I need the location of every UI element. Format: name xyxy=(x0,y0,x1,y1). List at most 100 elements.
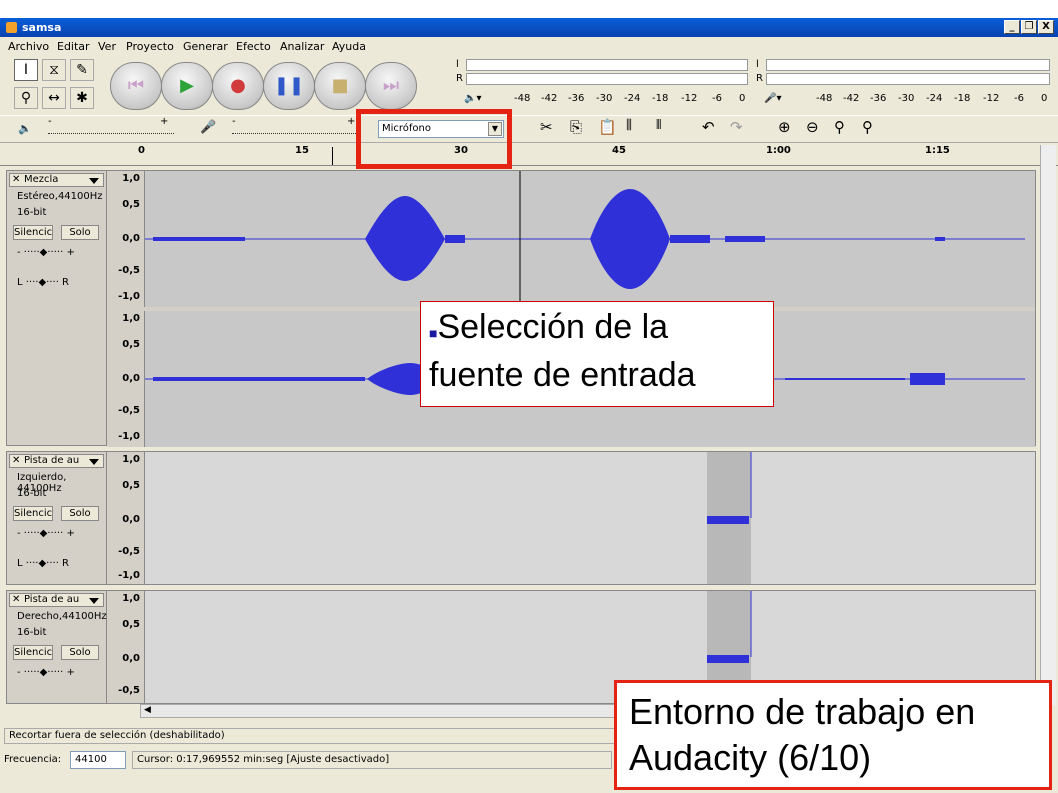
top-strip xyxy=(0,0,1058,18)
meter-toolbar: l R 🔈▾ l R 🎤▾ -48 -42 -36 -30 -24 -18 -1… xyxy=(450,57,1050,111)
meter-tick: 0 xyxy=(739,93,746,104)
menu-ver[interactable]: Ver xyxy=(98,40,116,53)
track-info-format: 16-bit xyxy=(17,207,47,218)
meter-r2-label: R xyxy=(756,73,763,84)
minimize-button[interactable]: _ xyxy=(1004,20,1020,34)
track-name-menu[interactable]: ✕ Pista de au xyxy=(9,593,104,607)
skip-end-button[interactable]: ⏭ xyxy=(365,62,417,110)
zoom-in-icon[interactable]: ⊕ xyxy=(778,118,791,136)
track-control-panel: ✕ Pista de au Derecho,44100Hz 16-bit Sile… xyxy=(7,591,107,703)
input-volume-slider[interactable] xyxy=(232,120,360,134)
track-name: Pista de au xyxy=(24,455,80,466)
close-track-icon[interactable]: ✕ xyxy=(12,594,20,606)
timeline-ruler[interactable]: 0 15 30 45 1:00 1:15 xyxy=(0,142,1058,166)
silence-icon[interactable]: ⫴ xyxy=(656,118,661,133)
audacity-window: samsa _ ❐ X Archivo Editar Ver Proyecto … xyxy=(0,0,1058,793)
slider-plus: + xyxy=(160,116,169,127)
selection-tool-icon[interactable]: I xyxy=(14,59,38,81)
solo-button[interactable]: Solo xyxy=(61,506,99,521)
input-meter-right xyxy=(766,73,1050,85)
record-button[interactable]: ● xyxy=(212,62,264,110)
track-name: Pista de au xyxy=(24,594,80,605)
play-button[interactable]: ▶ xyxy=(161,62,213,110)
waveform-left[interactable] xyxy=(145,171,1035,307)
fit-project-icon[interactable]: ⚲ xyxy=(862,118,873,136)
trim-icon[interactable]: ⫼ xyxy=(626,118,632,133)
slider-plus: + xyxy=(347,116,356,127)
timeshift-tool-icon[interactable]: ↔ xyxy=(42,87,66,109)
gain-slider[interactable]: - ·····◆····· + xyxy=(17,247,75,258)
frequency-label: Frecuencia: xyxy=(4,754,62,765)
cut-icon[interactable]: ✂ xyxy=(540,118,553,136)
pause-button[interactable]: ❚❚ xyxy=(263,62,315,110)
solo-button[interactable]: Solo xyxy=(61,225,99,240)
track-name: Mezcla xyxy=(24,174,59,185)
zoom-tool-icon[interactable]: ⚲ xyxy=(14,87,38,109)
menu-generar[interactable]: Generar xyxy=(183,40,228,53)
undo-icon[interactable]: ↶ xyxy=(702,118,715,136)
close-button[interactable]: X xyxy=(1038,20,1054,34)
gain-slider[interactable]: - ·····◆····· + xyxy=(17,667,75,678)
vertical-scrollbar[interactable] xyxy=(1040,145,1056,705)
amplitude-scale: 1,0 0,5 0,0 -0,5 -1,0 xyxy=(107,452,145,584)
waveform-left-channel[interactable] xyxy=(145,452,1035,584)
mic-icon[interactable]: 🎤▾ xyxy=(764,93,781,104)
pan-slider[interactable]: L ····◆···· R xyxy=(17,558,69,569)
output-volume-slider[interactable] xyxy=(48,120,174,134)
waveform-left-channel-svg xyxy=(707,452,752,584)
solo-button[interactable]: Solo xyxy=(61,645,99,660)
draw-tool-icon[interactable]: ✎ xyxy=(70,59,94,81)
stop-button[interactable]: ■ xyxy=(314,62,366,110)
track-info-format: 16-bit xyxy=(17,627,47,638)
menu-analizar[interactable]: Analizar xyxy=(280,40,324,53)
frequency-input[interactable]: 44100 xyxy=(70,751,126,769)
copy-icon[interactable]: ⎘ xyxy=(570,118,582,136)
close-track-icon[interactable]: ✕ xyxy=(12,174,20,186)
left-track[interactable]: ✕ Pista de au Izquierdo, 44100Hz 16-bit S… xyxy=(6,451,1036,585)
track-name-menu[interactable]: ✕ Pista de au xyxy=(9,454,104,468)
gain-slider[interactable]: - ·····◆····· + xyxy=(17,528,75,539)
menu-archivo[interactable]: Archivo xyxy=(8,40,49,53)
redo-icon[interactable]: ↷ xyxy=(730,118,743,136)
chevron-down-icon xyxy=(89,459,99,465)
skip-start-button[interactable]: ⏮ xyxy=(110,62,162,110)
caption-line1: Entorno de trabajo en xyxy=(629,691,976,732)
meter-tick: -24 xyxy=(624,93,641,104)
menu-editar[interactable]: Editar xyxy=(57,40,90,53)
paste-icon[interactable]: 📋 xyxy=(598,118,617,136)
ruler-label: 1:15 xyxy=(925,145,950,156)
menu-efecto[interactable]: Efecto xyxy=(236,40,271,53)
envelope-tool-icon[interactable]: ⧖ xyxy=(42,59,66,81)
multi-tool-icon[interactable]: ✱ xyxy=(70,87,94,109)
track-control-panel: ✕ Mezcla Estéreo,44100Hz 16-bit Silencic … xyxy=(7,171,107,445)
meter-tick: -42 xyxy=(541,93,558,104)
zoom-out-icon[interactable]: ⊖ xyxy=(806,118,819,136)
speaker-icon[interactable]: 🔈▾ xyxy=(464,93,481,104)
meter-tick: -48 xyxy=(514,93,531,104)
output-meter-right xyxy=(466,73,748,85)
callout-box: ■Selección de la fuente de entrada xyxy=(420,301,774,407)
maximize-button[interactable]: ❐ xyxy=(1021,20,1037,34)
ruler-label: 45 xyxy=(612,145,626,156)
meter-tick: -24 xyxy=(926,93,943,104)
meter-l2-label: l xyxy=(756,59,759,70)
menu-ayuda[interactable]: Ayuda xyxy=(332,40,366,53)
ruler-label: 0 xyxy=(138,145,145,156)
output-meter-left xyxy=(466,59,748,71)
track-info-rate: Estéreo,44100Hz xyxy=(17,191,103,202)
close-track-icon[interactable]: ✕ xyxy=(12,455,20,467)
highlight-box xyxy=(356,109,512,169)
scroll-left-icon[interactable]: ◀ xyxy=(144,705,151,715)
pan-slider[interactable]: L ····◆···· R xyxy=(17,277,69,288)
track-name-menu[interactable]: ✕ Mezcla xyxy=(9,173,104,187)
mute-button[interactable]: Silencic xyxy=(13,506,53,521)
fit-selection-icon[interactable]: ⚲ xyxy=(834,118,845,136)
mixer-toolbar: 🔈 - + 🎤 - + Micrófono ▼ ✂ ⎘ 📋 ⫼ ⫴ ↶ ↷ ⊕ … xyxy=(0,115,1058,142)
callout-text: Selección de la fuente de entrada xyxy=(429,308,696,394)
mute-button[interactable]: Silencic xyxy=(13,645,53,660)
waveform-left-svg xyxy=(145,171,1025,307)
menu-proyecto[interactable]: Proyecto xyxy=(126,40,174,53)
menu-bar: Archivo Editar Ver Proyecto Generar Efec… xyxy=(0,37,1058,57)
cursor-position: Cursor: 0:17,969552 min:seg [Ajuste desa… xyxy=(132,751,612,769)
mute-button[interactable]: Silencic xyxy=(13,225,53,240)
